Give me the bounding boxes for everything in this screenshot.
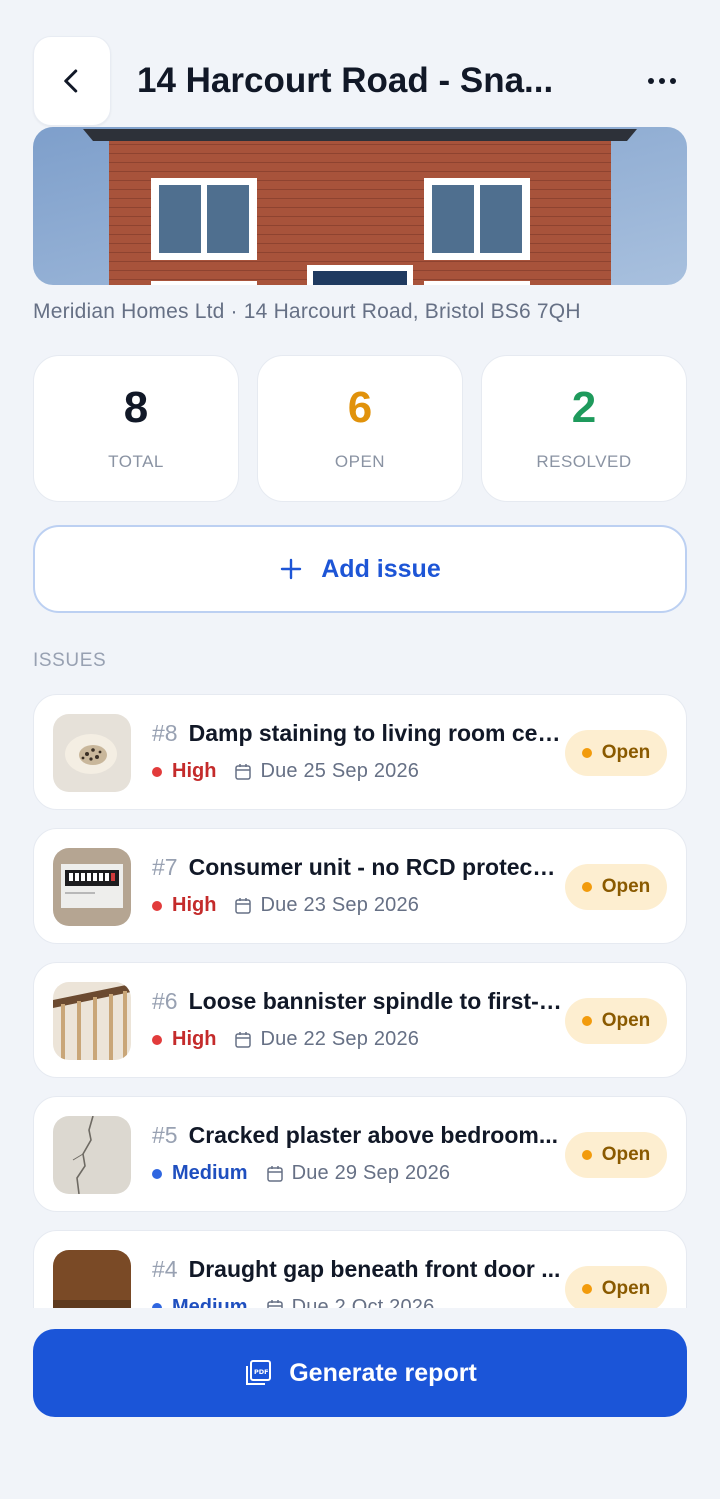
calendar-icon — [266, 1165, 284, 1183]
due-date: Due 29 Sep 2026 — [291, 1162, 451, 1184]
calendar-icon — [234, 897, 252, 915]
property-photo — [33, 127, 687, 285]
status-badge: Open — [565, 1132, 667, 1178]
priority-dot — [152, 1168, 162, 1179]
list-item[interactable]: #4 Draught gap beneath front door ... Me… — [33, 1230, 687, 1308]
stat-label: OPEN — [334, 451, 386, 471]
plus-icon — [281, 558, 302, 580]
status-label: Open — [601, 876, 651, 897]
issue-thumbnail — [53, 1250, 131, 1308]
issue-number: #7 — [152, 854, 178, 880]
issue-number: #8 — [152, 720, 178, 746]
priority-dot — [152, 1302, 162, 1308]
issue-title: Loose bannister spindle to first-fl... — [188, 988, 562, 1014]
pdf-icon: PDF — [246, 1360, 272, 1385]
stat-label: TOTAL — [108, 451, 164, 471]
priority-dot — [152, 1034, 162, 1045]
list-item[interactable]: #8 Damp staining to living room ceili...… — [33, 694, 687, 810]
page-title: 14 Harcourt Road - Sna... — [137, 61, 554, 100]
issues-section-label: ISSUES — [33, 650, 107, 671]
list-item[interactable]: #5 Cracked plaster above bedroom... Medi… — [33, 1096, 687, 1212]
due-date: Due 25 Sep 2026 — [260, 760, 420, 782]
generate-report-button[interactable]: PDF Generate report — [33, 1329, 687, 1417]
due-date: Due 22 Sep 2026 — [260, 1028, 420, 1050]
calendar-icon — [234, 763, 252, 781]
calendar-icon — [234, 1031, 252, 1049]
list-item[interactable]: #7 Consumer unit - no RCD protecti... Hi… — [33, 828, 687, 944]
issue-number: #6 — [152, 988, 178, 1014]
priority-label: Medium — [172, 1162, 248, 1184]
issue-number: #4 — [152, 1256, 178, 1282]
generate-report-label: Generate report — [289, 1358, 477, 1387]
priority-dot — [152, 900, 162, 911]
issue-thumbnail — [53, 1116, 131, 1194]
issue-thumbnail — [53, 714, 131, 792]
more-options-button[interactable] — [637, 56, 687, 106]
priority-label: High — [172, 760, 217, 782]
stat-label: RESOLVED — [536, 451, 632, 471]
stats-row: 8 TOTAL 6 OPEN 2 RESOLVED — [33, 355, 687, 502]
status-badge: Open — [565, 998, 667, 1044]
priority-label: High — [172, 1028, 217, 1050]
due-date: Due 2 Oct 2026 — [291, 1296, 435, 1308]
add-issue-button[interactable]: Add issue — [33, 525, 687, 613]
add-issue-label: Add issue — [321, 554, 441, 583]
issue-title: Cracked plaster above bedroom... — [188, 1122, 558, 1148]
calendar-icon — [266, 1299, 284, 1308]
issue-title: Damp staining to living room ceili... — [188, 720, 562, 746]
stat-value: 8 — [123, 382, 149, 432]
status-badge: Open — [565, 730, 667, 776]
priority-dot — [152, 766, 162, 777]
more-horizontal-icon — [648, 78, 676, 84]
issue-title: Draught gap beneath front door ... — [188, 1256, 561, 1282]
back-button[interactable] — [33, 36, 111, 126]
status-label: Open — [601, 1010, 651, 1031]
issue-thumbnail — [53, 848, 131, 926]
issue-thumbnail — [53, 982, 131, 1060]
stat-value: 2 — [571, 382, 597, 432]
stat-value: 6 — [347, 382, 373, 432]
top-bar: 14 Harcourt Road - Sna... — [33, 36, 687, 126]
priority-label: High — [172, 894, 217, 916]
issue-list[interactable]: #8 Damp staining to living room ceili...… — [33, 694, 687, 1308]
list-item[interactable]: #6 Loose bannister spindle to first-fl..… — [33, 962, 687, 1078]
stat-resolved: 2 RESOLVED — [481, 355, 687, 502]
status-badge: Open — [565, 1266, 667, 1308]
chevron-left-icon — [64, 69, 78, 93]
status-label: Open — [601, 1144, 651, 1165]
stat-total: 8 TOTAL — [33, 355, 239, 502]
priority-label: Medium — [172, 1296, 248, 1308]
stat-open: 6 OPEN — [257, 355, 463, 502]
status-label: Open — [601, 1278, 651, 1299]
issue-title: Consumer unit - no RCD protecti... — [188, 854, 562, 880]
status-label: Open — [601, 742, 651, 763]
issue-number: #5 — [152, 1122, 178, 1148]
svg-text:PDF: PDF — [254, 1368, 269, 1376]
project-subtitle: Meridian Homes Ltd · 14 Harcourt Road, B… — [33, 300, 581, 323]
due-date: Due 23 Sep 2026 — [260, 894, 420, 916]
status-badge: Open — [565, 864, 667, 910]
